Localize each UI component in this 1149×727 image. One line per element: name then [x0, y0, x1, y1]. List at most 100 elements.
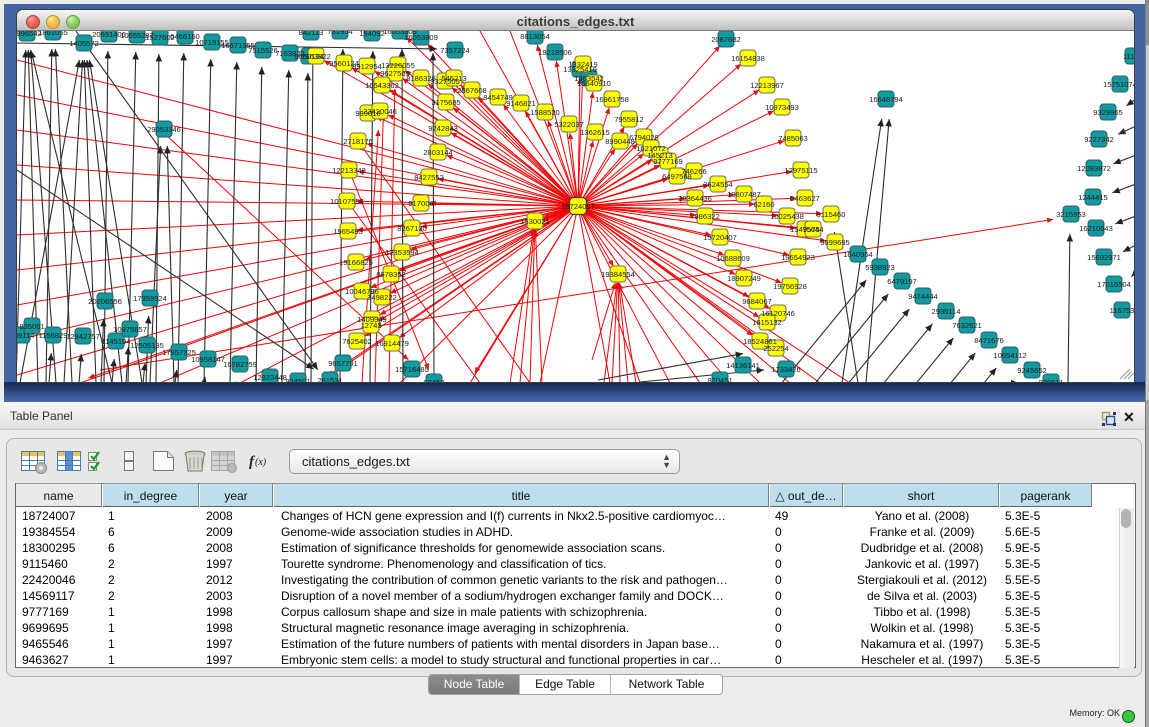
svg-text:879611: 879611 — [1039, 378, 1064, 382]
svg-text:10025438: 10025438 — [770, 212, 804, 221]
svg-text:10973493: 10973493 — [765, 103, 799, 112]
svg-text:3175685: 3175685 — [431, 98, 461, 107]
svg-text:2718176: 2718176 — [343, 137, 373, 146]
svg-text:8471676: 8471676 — [974, 336, 1004, 345]
svg-text:164092: 164092 — [359, 31, 384, 38]
svg-text:9146821: 9146821 — [506, 99, 536, 108]
svg-text:16543362: 16543362 — [365, 81, 399, 90]
svg-text:15716485: 15716485 — [395, 365, 429, 374]
svg-text:9777169: 9777169 — [653, 157, 683, 166]
svg-text:835061: 835061 — [19, 322, 44, 331]
svg-text:15640910: 15640910 — [577, 79, 611, 88]
svg-text:1332419: 1332419 — [568, 60, 598, 69]
svg-text:261521: 261521 — [317, 376, 342, 382]
svg-text:3498222: 3498222 — [367, 293, 397, 302]
svg-text:1244415: 1244415 — [1078, 193, 1108, 202]
svg-text:8427552: 8427552 — [414, 173, 444, 182]
svg-text:10807487: 10807487 — [727, 190, 761, 199]
svg-text:6479197: 6479197 — [887, 277, 917, 286]
svg-text:16053809: 16053809 — [404, 33, 438, 42]
svg-text:7515526: 7515526 — [248, 46, 278, 55]
svg-text:1156829: 1156829 — [39, 331, 68, 340]
svg-text:116753: 116753 — [1110, 306, 1134, 315]
svg-text:8813054: 8813054 — [520, 32, 550, 41]
svg-text:2087682: 2087682 — [711, 35, 741, 44]
svg-text:14136141: 14136141 — [726, 361, 760, 370]
svg-text:9242843: 9242843 — [428, 124, 458, 133]
svg-text:7625402: 7625402 — [342, 337, 372, 346]
svg-text:19654923: 19654923 — [781, 253, 815, 262]
svg-text:16648794: 16648794 — [869, 95, 903, 104]
svg-text:12093872: 12093872 — [1077, 164, 1111, 173]
svg-text:8912954: 8912954 — [352, 62, 382, 71]
svg-text:12505135: 12505135 — [130, 341, 164, 350]
svg-text:9463627: 9463627 — [790, 194, 820, 203]
svg-text:9657791: 9657791 — [328, 359, 358, 368]
svg-text:939114: 939114 — [17, 331, 34, 340]
svg-text:(x): (x) — [255, 457, 267, 468]
svg-text:1530021: 1530021 — [520, 217, 550, 226]
svg-text:12743: 12743 — [360, 321, 381, 330]
svg-text:15751074: 15751074 — [1103, 80, 1134, 89]
svg-text:62160: 62160 — [753, 200, 774, 209]
svg-text:16120746: 16120746 — [761, 309, 795, 318]
svg-text:1640954: 1640954 — [843, 250, 873, 259]
svg-text:12213349: 12213349 — [332, 166, 366, 175]
svg-text:820451: 820451 — [707, 376, 732, 382]
svg-text:23420046: 23420046 — [363, 107, 397, 116]
svg-text:10688609: 10688609 — [716, 254, 750, 263]
svg-text:16210643: 16210643 — [1079, 224, 1113, 233]
svg-text:12213967: 12213967 — [750, 81, 784, 90]
svg-text:29053346: 29053346 — [147, 125, 181, 134]
svg-text:9227342: 9227342 — [1084, 135, 1114, 144]
svg-text:17359924: 17359924 — [133, 294, 167, 303]
svg-text:75644: 75644 — [802, 225, 823, 234]
svg-text:9474444: 9474444 — [908, 292, 938, 301]
svg-text:1362615: 1362615 — [580, 128, 610, 137]
svg-text:9699695: 9699695 — [820, 238, 850, 247]
svg-text:1145194: 1145194 — [102, 337, 131, 346]
svg-text:252254: 252254 — [763, 344, 788, 353]
svg-text:11173: 11173 — [1123, 52, 1134, 61]
svg-text:7663822: 7663822 — [301, 52, 331, 61]
svg-text:7632621: 7632621 — [952, 321, 982, 330]
svg-text:12975115: 12975115 — [784, 166, 817, 175]
svg-text:546213: 546213 — [441, 74, 466, 83]
svg-text:18907249: 18907249 — [727, 274, 761, 283]
svg-text:18724007: 18724007 — [561, 202, 595, 211]
svg-text:16154838: 16154838 — [731, 54, 765, 63]
svg-text:9245652: 9245652 — [1017, 366, 1047, 375]
svg-text:12923448: 12923448 — [253, 373, 287, 382]
svg-text:12353594: 12353594 — [385, 248, 419, 257]
svg-text:746266: 746266 — [681, 167, 706, 176]
svg-text:20364436: 20364436 — [678, 194, 712, 203]
svg-text:10958147: 10958147 — [191, 355, 225, 364]
svg-text:19384554: 19384554 — [601, 270, 635, 279]
svg-text:842113: 842113 — [299, 31, 324, 37]
svg-text:16914479: 16914479 — [375, 339, 409, 348]
svg-text:924501: 924501 — [285, 377, 310, 382]
svg-text:20206556: 20206556 — [88, 297, 122, 306]
svg-text:15720407: 15720407 — [703, 233, 737, 242]
svg-text:9329965: 9329965 — [1093, 108, 1123, 117]
svg-text:917006: 917006 — [408, 199, 433, 208]
svg-text:10975857: 10975857 — [113, 325, 147, 334]
svg-text:1405572: 1405572 — [69, 39, 99, 48]
svg-text:15692971: 15692971 — [1087, 253, 1121, 262]
svg-text:7357224: 7357224 — [440, 46, 470, 55]
svg-text:17016504: 17016504 — [1097, 280, 1131, 289]
svg-text:9684067: 9684067 — [742, 297, 772, 306]
svg-text:3215953: 3215953 — [1056, 210, 1086, 219]
svg-text:10107554: 10107554 — [330, 197, 364, 206]
svg-text:16782759: 16782759 — [223, 360, 257, 369]
svg-text:6794028: 6794028 — [629, 133, 659, 142]
svg-text:1588520: 1588520 — [530, 108, 560, 117]
svg-text:16961758: 16961758 — [595, 95, 629, 104]
svg-text:1965493: 1965493 — [333, 227, 363, 236]
svg-text:731954: 731954 — [327, 31, 352, 36]
svg-text:9115460: 9115460 — [817, 210, 846, 219]
svg-text:5938923: 5938923 — [865, 263, 895, 272]
svg-text:8678352: 8678352 — [376, 270, 406, 279]
svg-text:19756928: 19756928 — [773, 282, 807, 291]
svg-text:19218506: 19218506 — [538, 48, 572, 57]
